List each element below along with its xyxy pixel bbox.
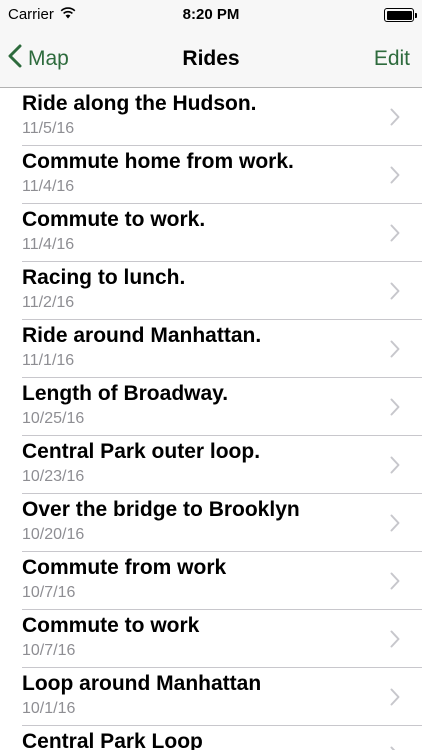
ride-date: 11/2/16 bbox=[22, 294, 75, 311]
chevron-right-icon bbox=[390, 572, 400, 595]
ride-row[interactable]: Ride around Manhattan. 11/1/16 bbox=[0, 320, 422, 378]
ride-date: 11/4/16 bbox=[22, 178, 75, 195]
ride-date: 11/4/16 bbox=[22, 236, 75, 253]
ride-title: Central Park Loop bbox=[22, 730, 203, 750]
chevron-right-icon bbox=[390, 456, 400, 479]
ride-title: Ride along the Hudson. bbox=[22, 92, 257, 115]
chevron-right-icon bbox=[390, 746, 400, 750]
page-title: Rides bbox=[182, 47, 240, 70]
ride-date: 11/5/16 bbox=[22, 120, 75, 137]
ride-title: Commute home from work. bbox=[22, 150, 294, 173]
ride-date: 10/7/16 bbox=[22, 584, 76, 601]
status-time: 8:20 PM bbox=[182, 6, 240, 23]
ride-row[interactable]: Ride along the Hudson. 11/5/16 bbox=[0, 88, 422, 146]
ride-row[interactable]: Commute to work 10/7/16 bbox=[0, 610, 422, 668]
chevron-right-icon bbox=[390, 398, 400, 421]
ride-row[interactable]: Length of Broadway. 10/25/16 bbox=[0, 378, 422, 436]
ride-row[interactable]: Racing to lunch. 11/2/16 bbox=[0, 262, 422, 320]
ride-row[interactable]: Commute home from work. 11/4/16 bbox=[0, 146, 422, 204]
ride-date: 10/1/16 bbox=[22, 700, 76, 717]
chevron-right-icon bbox=[390, 630, 400, 653]
ride-date: 10/23/16 bbox=[22, 468, 85, 485]
ride-row[interactable]: Commute from work 10/7/16 bbox=[0, 552, 422, 610]
chevron-right-icon bbox=[390, 108, 400, 131]
rides-list: Ride along the Hudson. 11/5/16 Commute hom… bbox=[0, 88, 422, 750]
ride-row[interactable]: Commute to work. 11/4/16 bbox=[0, 204, 422, 262]
chevron-right-icon bbox=[390, 166, 400, 189]
status-bar: Carrier 8:20 PM bbox=[0, 0, 422, 30]
ride-date: 11/1/16 bbox=[22, 352, 75, 369]
ride-title: Over the bridge to Brooklyn bbox=[22, 498, 300, 521]
ride-title: Commute from work bbox=[22, 556, 227, 579]
chevron-right-icon bbox=[390, 340, 400, 363]
ride-title: Loop around Manhattan bbox=[22, 672, 262, 695]
ride-title: Commute to work. bbox=[22, 208, 206, 231]
chevron-right-icon bbox=[390, 282, 400, 305]
ride-title: Ride around Manhattan. bbox=[22, 324, 262, 347]
battery-icon bbox=[384, 8, 417, 22]
ride-title: Racing to lunch. bbox=[22, 266, 186, 289]
ride-title: Commute to work bbox=[22, 614, 200, 637]
ride-row[interactable]: Loop around Manhattan 10/1/16 bbox=[0, 668, 422, 726]
ride-row[interactable]: Over the bridge to Brooklyn 10/20/16 bbox=[0, 494, 422, 552]
edit-button[interactable]: Edit bbox=[374, 30, 410, 88]
ride-row[interactable]: Central Park outer loop. 10/23/16 bbox=[0, 436, 422, 494]
ride-row[interactable]: Central Park Loop bbox=[0, 726, 422, 750]
ride-date: 10/7/16 bbox=[22, 642, 76, 659]
ride-title: Length of Broadway. bbox=[22, 382, 229, 405]
ride-date: 10/20/16 bbox=[22, 526, 85, 543]
chevron-right-icon bbox=[390, 224, 400, 247]
navigation-bar: Map Rides Edit bbox=[0, 30, 422, 88]
chevron-right-icon bbox=[390, 514, 400, 537]
ride-title: Central Park outer loop. bbox=[22, 440, 261, 463]
ride-date: 10/25/16 bbox=[22, 410, 85, 427]
chevron-right-icon bbox=[390, 688, 400, 711]
